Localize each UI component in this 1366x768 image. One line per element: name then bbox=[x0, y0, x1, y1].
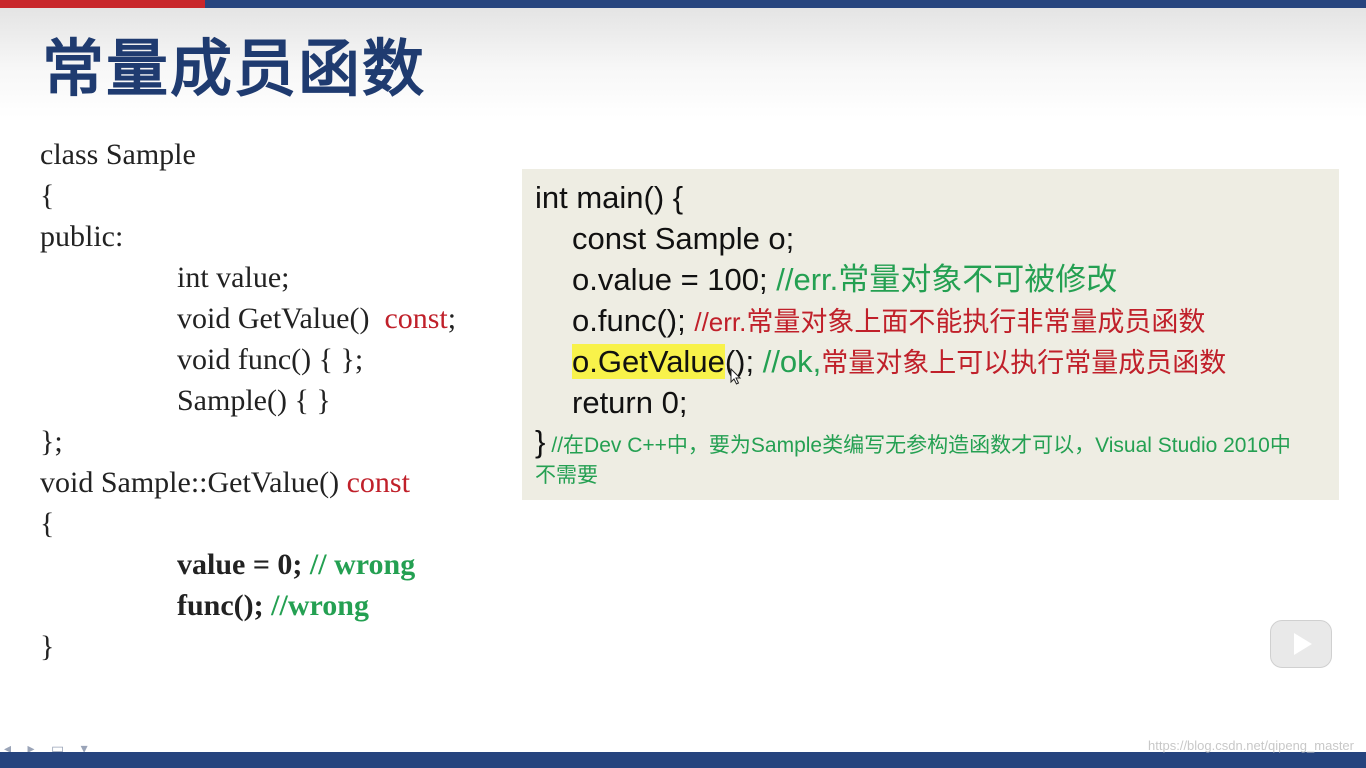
code-line: int main() { bbox=[535, 180, 684, 215]
code-line: o.func(); //err.常量对象上面不能执行非常量成员函数 bbox=[572, 301, 1205, 341]
code-text: o.func(); bbox=[572, 303, 686, 338]
code-line: { bbox=[40, 179, 55, 212]
code-line: o.value = 100; //err.常量对象不可被修改 bbox=[572, 260, 1117, 300]
code-comment: 常量对象上面不能执行非常量成员函数 bbox=[746, 307, 1206, 337]
top-accent-red bbox=[0, 0, 205, 8]
code-line: void GetValue() const; bbox=[177, 300, 456, 338]
top-accent-bar bbox=[0, 0, 1366, 8]
closing-brace: } bbox=[535, 424, 546, 459]
code-text: o.value = 100; bbox=[572, 262, 768, 297]
play-button[interactable] bbox=[1270, 620, 1332, 668]
const-keyword: const bbox=[346, 466, 410, 499]
code-line: void Sample::GetValue() const bbox=[40, 464, 410, 502]
code-comment: //ok, bbox=[762, 344, 822, 379]
code-line: { bbox=[40, 507, 55, 540]
play-icon bbox=[1294, 633, 1312, 655]
code-line: func(); //wrong bbox=[177, 587, 369, 625]
code-line: int value; bbox=[177, 261, 290, 294]
code-line: void func() { }; bbox=[177, 343, 364, 376]
code-line: o.GetValue(); //ok,常量对象上可以执行常量成员函数 bbox=[572, 342, 1226, 382]
const-keyword: const bbox=[384, 302, 448, 335]
code-comment: //err.常量对象不可被修改 bbox=[776, 262, 1118, 297]
code-line: class Sample bbox=[40, 138, 196, 171]
code-text: void GetValue() bbox=[177, 302, 370, 335]
top-accent-blue bbox=[205, 0, 1366, 8]
code-line: } bbox=[40, 630, 55, 663]
code-line: Sample() { } bbox=[177, 384, 331, 417]
code-comment: // wrong bbox=[309, 548, 416, 581]
bottom-bar bbox=[0, 752, 1366, 768]
highlighted-call: o.GetValue bbox=[572, 344, 725, 379]
code-text: func(); bbox=[177, 589, 264, 622]
code-line: return 0; bbox=[572, 385, 688, 420]
main-code-box: int main() { const Sample o; o.value = 1… bbox=[522, 169, 1339, 500]
code-line: public: bbox=[40, 220, 124, 253]
code-text: void Sample::GetValue() bbox=[40, 466, 340, 499]
watermark: https://blog.csdn.net/qipeng_master bbox=[1148, 738, 1354, 753]
code-comment: //wrong bbox=[271, 589, 369, 622]
code-line: const Sample o; bbox=[572, 221, 795, 256]
code-text: ; bbox=[447, 302, 457, 335]
note-text: //在Dev C++中，要为Sample类编写无参构造函数才可以，Visual … bbox=[535, 434, 1291, 487]
code-comment: 常量对象上可以执行常量成员函数 bbox=[821, 348, 1227, 378]
code-line: value = 0; // wrong bbox=[177, 546, 415, 584]
code-comment: //err. bbox=[694, 307, 747, 337]
code-note: }//在Dev C++中，要为Sample类编写无参构造函数才可以，Visual… bbox=[535, 424, 1295, 491]
code-text: value = 0; bbox=[177, 548, 303, 581]
slide-title: 常量成员函数 bbox=[42, 32, 427, 105]
code-line: }; bbox=[40, 425, 63, 458]
